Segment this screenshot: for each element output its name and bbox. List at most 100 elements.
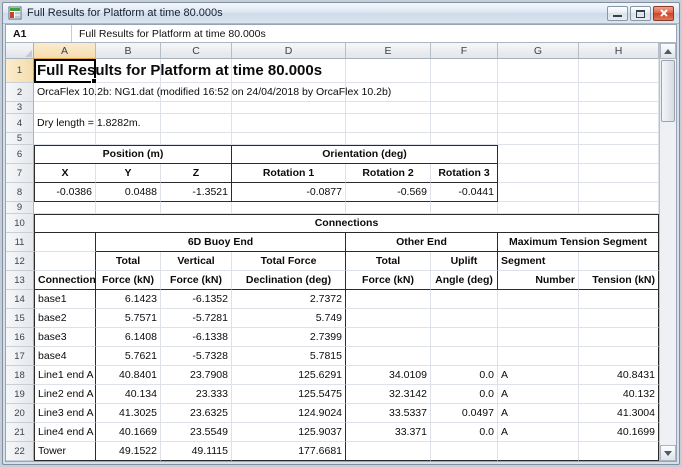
vertical-scrollbar[interactable] [659,43,676,461]
cell-c21[interactable]: 23.5549 [161,423,232,442]
cell-a19[interactable]: Line2 end A [34,385,96,404]
cell-e5[interactable] [346,133,431,145]
close-button[interactable] [653,6,674,21]
column-header-b[interactable]: B [96,43,161,59]
cell-g17[interactable] [498,347,579,366]
cell-b20[interactable]: 41.3025 [96,404,161,423]
row-header-11[interactable]: 11 [6,233,34,252]
cell-d4[interactable] [232,114,346,133]
cell-a9[interactable] [34,202,96,214]
cell-f18[interactable]: 0.0 [431,366,498,385]
cell-e4[interactable] [346,114,431,133]
cell-h18[interactable]: 40.8431 [579,366,659,385]
cell-g19[interactable]: A [498,385,579,404]
formula-input[interactable]: Full Results for Platform at time 80.000… [72,25,676,42]
cell-h16[interactable] [579,328,659,347]
cell-f5[interactable] [431,133,498,145]
cell-h6[interactable] [579,145,659,164]
cell-d7[interactable]: Rotation 1 [232,164,346,183]
column-header-f[interactable]: F [431,43,498,59]
titlebar[interactable]: Full Results for Platform at time 80.000… [3,3,679,24]
cell-c20[interactable]: 23.6325 [161,404,232,423]
cell-g13[interactable]: Number [498,271,579,290]
row-header-1[interactable]: 1 [6,59,34,83]
cell-g14[interactable] [498,290,579,309]
cell-h2[interactable] [579,83,659,102]
cell-h17[interactable] [579,347,659,366]
cell-b5[interactable] [96,133,161,145]
cell-c19[interactable]: 23.333 [161,385,232,404]
cell-c14[interactable]: -6.1352 [161,290,232,309]
cell-e1[interactable] [346,59,431,83]
cell-e17[interactable] [346,347,431,366]
cell-a11[interactable] [34,233,96,252]
row-header-18[interactable]: 18 [6,366,34,385]
cell-h15[interactable] [579,309,659,328]
cell-f1[interactable] [431,59,498,83]
cell-d19[interactable]: 125.5475 [232,385,346,404]
cell-g8[interactable] [498,183,579,202]
cell-e21[interactable]: 33.371 [346,423,431,442]
row-header-3[interactable]: 3 [6,102,34,114]
column-header-a[interactable]: A [34,43,96,59]
cell-e13[interactable]: Force (kN) [346,271,431,290]
cell-h21[interactable]: 40.1699 [579,423,659,442]
maximize-button[interactable] [630,6,651,21]
cell-d17[interactable]: 5.7815 [232,347,346,366]
cell-a16[interactable]: base3 [34,328,96,347]
cell-g3[interactable] [498,102,579,114]
cell-d21[interactable]: 125.9037 [232,423,346,442]
cell-g6[interactable] [498,145,579,164]
cell-e19[interactable]: 32.3142 [346,385,431,404]
cell-g7[interactable] [498,164,579,183]
cell-c13[interactable]: Force (kN) [161,271,232,290]
cell-f14[interactable] [431,290,498,309]
column-header-c[interactable]: C [161,43,232,59]
cell-a7[interactable]: X [34,164,96,183]
row-header-2[interactable]: 2 [6,83,34,102]
cell-c3[interactable] [161,102,232,114]
cell-f4[interactable] [431,114,498,133]
cell-d14[interactable]: 2.7372 [232,290,346,309]
row-header-20[interactable]: 20 [6,404,34,423]
row-header-14[interactable]: 14 [6,290,34,309]
cell-c16[interactable]: -6.1338 [161,328,232,347]
cell-e14[interactable] [346,290,431,309]
cell-c7[interactable]: Z [161,164,232,183]
cell-e15[interactable] [346,309,431,328]
cell-b16[interactable]: 6.1408 [96,328,161,347]
cell-h20[interactable]: 41.3004 [579,404,659,423]
cell-h7[interactable] [579,164,659,183]
cell-f13[interactable]: Angle (deg) [431,271,498,290]
cell-b8[interactable]: 0.0488 [96,183,161,202]
cell-g20[interactable]: A [498,404,579,423]
cell-d13[interactable]: Declination (deg) [232,271,346,290]
cell-e18[interactable]: 34.0109 [346,366,431,385]
cell-a20[interactable]: Line3 end A [34,404,96,423]
cell-g11[interactable]: Maximum Tension Segment [498,233,659,252]
cell-f7[interactable]: Rotation 3 [431,164,498,183]
row-header-5[interactable]: 5 [6,133,34,145]
cell-g4[interactable] [498,114,579,133]
cell-h14[interactable] [579,290,659,309]
row-header-9[interactable]: 9 [6,202,34,214]
cell-a12[interactable] [34,252,96,271]
cell-a8[interactable]: -0.0386 [34,183,96,202]
cell-d6[interactable]: Orientation (deg) [232,145,498,164]
cell-b19[interactable]: 40.134 [96,385,161,404]
cell-a14[interactable]: base1 [34,290,96,309]
row-header-10[interactable]: 10 [6,214,34,233]
row-header-19[interactable]: 19 [6,385,34,404]
cell-h22[interactable] [579,442,659,461]
cell-a5[interactable] [34,133,96,145]
cell-g9[interactable] [498,202,579,214]
select-all-corner[interactable] [6,43,34,59]
cell-f15[interactable] [431,309,498,328]
cell-f19[interactable]: 0.0 [431,385,498,404]
cell-e9[interactable] [346,202,431,214]
app-icon[interactable] [8,6,22,20]
cell-d12[interactable]: Total Force [232,252,346,271]
name-box[interactable]: A1 [6,25,72,42]
cell-e7[interactable]: Rotation 2 [346,164,431,183]
cell-b3[interactable] [96,102,161,114]
